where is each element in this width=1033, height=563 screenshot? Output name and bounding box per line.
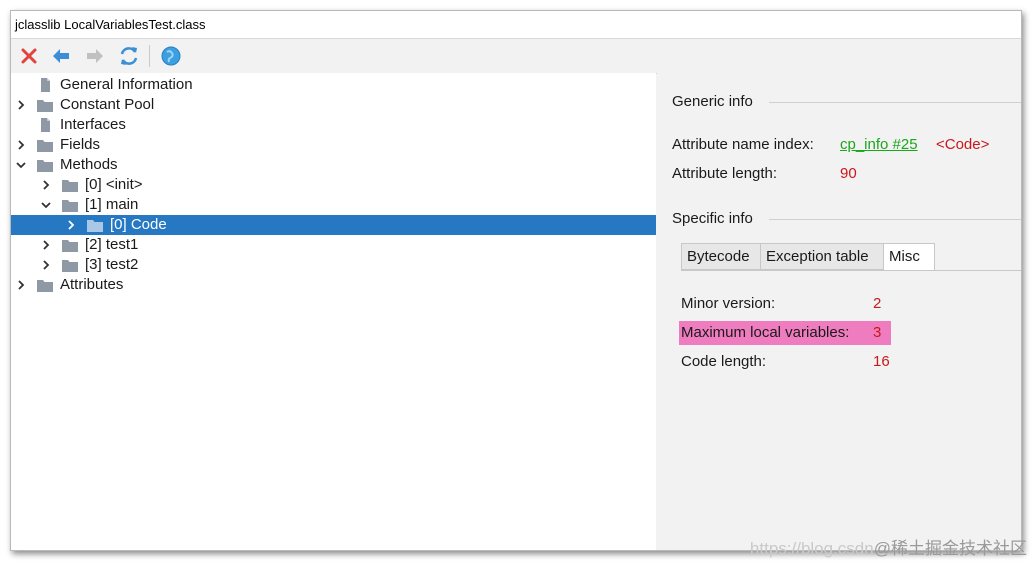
tree-item-label: General Information — [60, 76, 193, 93]
tab-bytecode[interactable]: Bytecode — [681, 243, 761, 270]
main-window: jclasslib LocalVariablesTest.class Gener… — [10, 10, 1022, 551]
watermark: https://blog.csdn@稀土掘金技术社区 — [750, 534, 1027, 559]
watermark-url: https://blog.csdn — [749, 539, 874, 558]
code-length-value: 16 — [873, 353, 890, 370]
toolbar — [11, 39, 1021, 74]
folder-icon — [61, 257, 79, 273]
toolbar-separator — [149, 45, 150, 67]
forward-button[interactable] — [83, 44, 107, 68]
tab-misc[interactable]: Misc — [883, 243, 935, 271]
tree-item-label: [3] test2 — [85, 256, 139, 273]
folder-icon — [61, 177, 79, 193]
title-bar: jclasslib LocalVariablesTest.class — [11, 11, 1021, 39]
folder-icon — [36, 137, 54, 153]
folder-icon — [86, 217, 104, 233]
chevron-right-icon[interactable] — [15, 279, 27, 291]
tree-item-label: [2] test1 — [85, 236, 139, 253]
chevron-right-icon[interactable] — [40, 259, 52, 271]
window-title: jclasslib LocalVariablesTest.class — [15, 17, 206, 32]
folder-icon — [36, 97, 54, 113]
chevron-right-icon[interactable] — [15, 99, 27, 111]
folder-icon — [61, 197, 79, 213]
chevron-right-icon[interactable] — [40, 179, 52, 191]
arrow-right-icon — [87, 49, 103, 63]
arrow-left-icon — [53, 49, 69, 63]
chevron-right-icon[interactable] — [40, 239, 52, 251]
watermark-text: @稀土掘金技术社区 — [873, 539, 1027, 558]
tree-item-constant-pool[interactable]: Constant Pool — [11, 95, 656, 115]
tree-item-2-test1[interactable]: [2] test1 — [11, 235, 656, 255]
specific-info-separator — [769, 219, 1021, 220]
tree-item-label: Methods — [60, 156, 118, 173]
reload-button[interactable] — [117, 44, 141, 68]
tree-item-interfaces[interactable]: Interfaces — [11, 115, 656, 135]
back-button[interactable] — [49, 44, 73, 68]
tree-item-attributes[interactable]: Attributes — [11, 275, 656, 295]
chevron-right-icon[interactable] — [65, 219, 77, 231]
reload-icon — [120, 47, 138, 65]
generic-info-title: Generic info — [672, 93, 753, 110]
tree-item-label: Interfaces — [60, 116, 126, 133]
close-icon — [21, 48, 37, 64]
tree-item-fields[interactable]: Fields — [11, 135, 656, 155]
tab-exception-table[interactable]: Exception table — [760, 243, 884, 270]
generic-info-separator — [769, 102, 1021, 103]
max-locals-value: 3 — [873, 324, 882, 341]
tree-item-1-main[interactable]: [1] main — [11, 195, 656, 215]
tree-item-0-code[interactable]: [0] Code — [11, 215, 656, 235]
class-tree: General Information Constant Pool Interfac… — [11, 73, 656, 550]
cp-info-link[interactable]: cp_info #25 — [840, 136, 918, 153]
tree-item-label: [1] main — [85, 196, 139, 213]
tree-item-0-init[interactable]: [0] <init> — [11, 175, 656, 195]
minor-version-value: 2 — [873, 295, 882, 312]
specific-info-title: Specific info — [672, 210, 753, 227]
tree-item-methods[interactable]: Methods — [11, 155, 656, 175]
globe-icon — [161, 46, 181, 66]
minor-version-label: Minor version: — [681, 295, 776, 312]
attribute-length-value: 90 — [840, 165, 857, 182]
chevron-down-icon[interactable] — [40, 199, 52, 211]
file-icon — [36, 77, 54, 93]
tab-underline — [681, 270, 1021, 271]
folder-icon — [36, 277, 54, 293]
tree-item-general-information[interactable]: General Information — [11, 75, 656, 95]
chevron-right-icon[interactable] — [15, 139, 27, 151]
tree-item-3-test2[interactable]: [3] test2 — [11, 255, 656, 275]
chevron-down-icon[interactable] — [15, 159, 27, 171]
tree-item-label: Fields — [60, 136, 101, 153]
detail-panel: Generic info Attribute name index: cp_in… — [657, 73, 1021, 550]
max-locals-label: Maximum local variables: — [681, 324, 850, 341]
close-button[interactable] — [17, 44, 41, 68]
attribute-name-value: <Code> — [936, 136, 990, 153]
attribute-length-label: Attribute length: — [672, 165, 778, 182]
folder-icon — [61, 237, 79, 253]
file-icon — [36, 117, 54, 133]
folder-icon — [36, 157, 54, 173]
tree-item-label: Constant Pool — [60, 96, 155, 113]
attribute-name-label: Attribute name index: — [672, 136, 814, 153]
tree-item-label: [0] <init> — [85, 176, 143, 193]
tree-item-label: [0] Code — [110, 216, 167, 233]
code-length-label: Code length: — [681, 353, 767, 370]
tree-item-label: Attributes — [60, 276, 124, 293]
web-button[interactable] — [159, 44, 183, 68]
